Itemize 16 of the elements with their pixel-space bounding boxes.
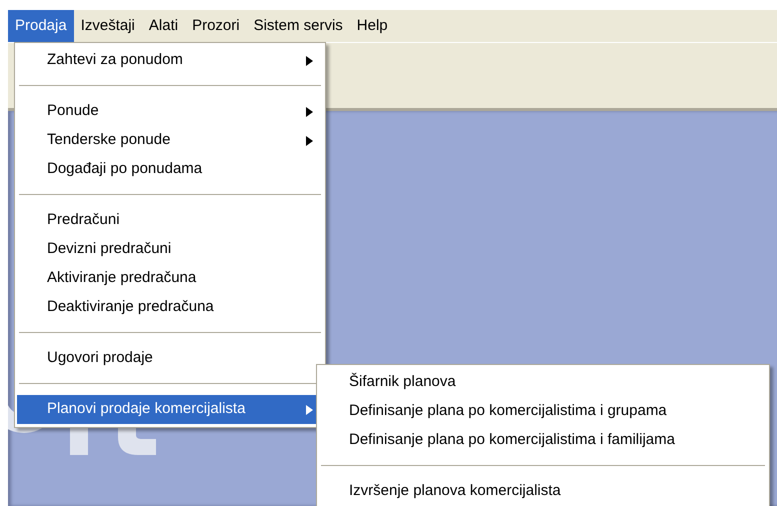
menu-item[interactable]: Deaktiviranje predračuna	[17, 293, 323, 322]
menu-bar-item[interactable]: Prozori	[185, 10, 247, 42]
menu-bar-item[interactable]: Prodaja	[8, 10, 74, 42]
menu-item[interactable]: Izvršenje planova komercijalista	[319, 477, 767, 506]
menu-item[interactable]: Definisanje plana po komercijalistima i familijama	[319, 426, 767, 455]
menu-item[interactable]: Tenderske ponude	[17, 126, 323, 155]
menu-item[interactable]: Predračuni	[17, 206, 323, 235]
menu-item[interactable]: Događaji po ponudama	[17, 155, 323, 184]
menu-item[interactable]: Aktiviranje predračuna	[17, 264, 323, 293]
menu-bar-item[interactable]: Alati	[142, 10, 186, 42]
menu-bar-item[interactable]: Help	[350, 10, 395, 42]
menu-item[interactable]: Devizni predračuni	[17, 235, 323, 264]
menu-item[interactable]: Zahtevi za ponudom	[17, 46, 323, 75]
menu-bar-item[interactable]: Sistem servis	[246, 10, 350, 42]
menu-bar-item[interactable]: Izveštaji	[74, 10, 142, 42]
menu-item[interactable]: Ponude	[17, 97, 323, 126]
